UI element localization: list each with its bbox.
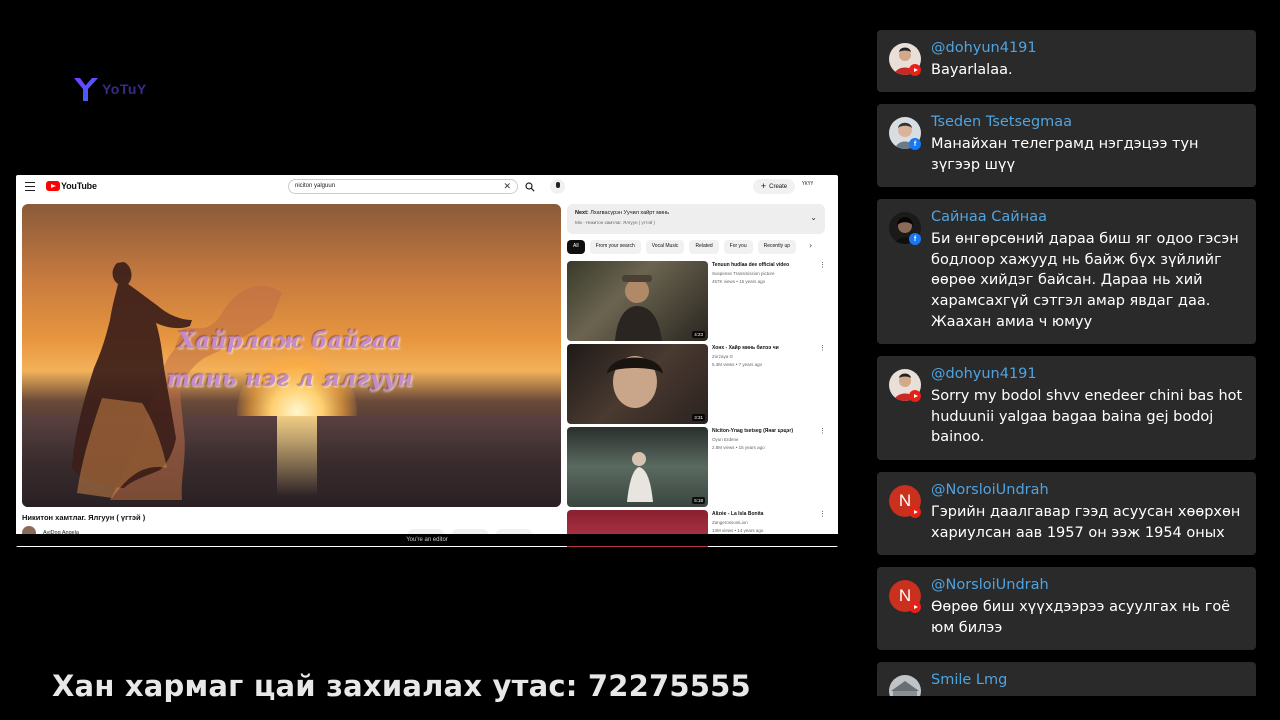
recommendation-item[interactable]: 3:31 Хонх - Хайр минь билээ чи Zorzaya G… bbox=[567, 344, 837, 424]
recommendation-title[interactable]: Tenuun hudlaa dee official video bbox=[712, 262, 822, 268]
next-in-mix-panel[interactable]: Next: Лхагвасүрэн Уучил хайрт минь Mix -… bbox=[567, 204, 825, 234]
comments-panel: @dohyun4191 Bayarlalaa. f Tseden Tsetseg… bbox=[877, 30, 1257, 696]
video-player[interactable]: Хайрлаж байгаа тань нэг л ялгуун bbox=[22, 204, 561, 507]
chip-for-you[interactable]: For you bbox=[723, 240, 753, 254]
video-title: Никитон хамтлаг. Ялгуун ( үгтэй ) bbox=[22, 513, 146, 522]
more-options-icon[interactable]: ⋮ bbox=[819, 510, 826, 518]
comment-author[interactable]: Сайнаа Сайнаа bbox=[931, 209, 1047, 225]
thumbnail-figure bbox=[607, 356, 663, 408]
comment-card: N @NorsloiUndrah Өөрөө биш хүүхдээрээ ас… bbox=[877, 567, 1256, 650]
chevron-down-icon[interactable]: ⌄ bbox=[810, 213, 817, 222]
next-label: Next: bbox=[575, 210, 589, 216]
recommendation-meta: 13M views • 14 years ago bbox=[712, 528, 764, 533]
filter-chips: All From your search Vocal Music Related… bbox=[567, 240, 837, 254]
video-thumbnail[interactable]: 3:31 bbox=[567, 344, 708, 424]
recommendation-item[interactable]: 5:18 Niciton-Ynag tsetseg (Янаг цэцэг) O… bbox=[567, 427, 837, 507]
chip-recently-uploaded[interactable]: Recently up bbox=[757, 240, 797, 254]
comment-card: N @NorsloiUndrah Гэрийн даалгавар гээд а… bbox=[877, 472, 1256, 555]
search-input[interactable]: niciton yalguun ✕ bbox=[288, 179, 518, 194]
facebook-icon: f bbox=[909, 233, 921, 245]
more-options-icon[interactable]: ⋮ bbox=[819, 427, 826, 435]
recommendation-channel[interactable]: Zorzaya G bbox=[712, 354, 733, 359]
recommendation-meta: 2.8M views • 15 years ago bbox=[712, 445, 765, 450]
channel-logo-text: YoTuY bbox=[102, 81, 147, 97]
thumbnail-figure bbox=[615, 275, 662, 341]
comment-text: Bayarlalaa. bbox=[931, 62, 1013, 78]
comment-text: Өөрөө биш хүүхдээрээ асуулгах нь гоё юм … bbox=[931, 599, 1231, 636]
close-icon[interactable]: ✕ bbox=[503, 181, 511, 192]
recommendation-channel[interactable]: Suspense Transmission picture bbox=[712, 271, 775, 276]
chip-from-your-search[interactable]: From your search bbox=[589, 240, 641, 254]
duration-badge: 5:18 bbox=[692, 497, 705, 504]
dancer-silhouette bbox=[72, 262, 282, 500]
duration-badge: 3:31 bbox=[692, 414, 705, 421]
video-glare bbox=[277, 416, 317, 496]
shared-screen: YouTube niciton yalguun ✕ + Create ҮКҮҮ … bbox=[16, 175, 838, 547]
youtube-logo[interactable]: YouTube bbox=[46, 181, 97, 191]
create-label: Create bbox=[769, 183, 788, 190]
chevron-right-icon[interactable]: › bbox=[809, 241, 812, 250]
video-thumbnail[interactable]: 5:18 bbox=[567, 427, 708, 507]
comment-text: Гэрийн даалгавар гээд асуусан хөөрхөн ха… bbox=[931, 504, 1241, 541]
lyric-line-1: Хайрлаж байгаа bbox=[178, 328, 402, 354]
lyric-line-2: тань нэг л ялгуун bbox=[167, 366, 414, 392]
next-title: Лхагвасүрэн Уучил хайрт минь bbox=[590, 210, 669, 216]
comment-author[interactable]: Smile Lmg bbox=[931, 672, 1007, 688]
avatar bbox=[889, 675, 921, 696]
video-thumbnail[interactable]: 4:23 bbox=[567, 261, 708, 341]
recommendation-meta: 457K views • 15 years ago bbox=[712, 279, 766, 284]
comment-text: Би өнгөрсөний дараа биш яг одоо гэсэн бо… bbox=[931, 231, 1239, 330]
youtube-icon bbox=[909, 64, 921, 76]
search-value: niciton yalguun bbox=[295, 183, 336, 189]
youtube-logo-text: YouTube bbox=[61, 181, 97, 191]
mix-text: Mix - Никитон хамтлаг. Ялгуун ( үгтэй ) bbox=[575, 220, 655, 225]
recommendation-title[interactable]: Niciton-Ynag tsetseg (Янаг цэцэг) bbox=[712, 428, 822, 434]
youtube-topbar: YouTube niciton yalguun ✕ + Create ҮКҮҮ bbox=[16, 175, 838, 199]
youtube-play-icon bbox=[46, 181, 60, 191]
comment-author[interactable]: @dohyun4191 bbox=[931, 40, 1037, 56]
create-button[interactable]: + Create bbox=[753, 179, 795, 194]
comment-author[interactable]: @dohyun4191 bbox=[931, 366, 1037, 382]
comment-author[interactable]: Tseden Tsetsegmaa bbox=[931, 114, 1072, 130]
chip-related[interactable]: Related bbox=[689, 240, 719, 254]
comment-card: @dohyun4191 Bayarlalaa. bbox=[877, 30, 1256, 92]
youtube-icon bbox=[909, 390, 921, 402]
more-options-icon[interactable]: ⋮ bbox=[819, 344, 826, 352]
youtube-icon bbox=[909, 601, 921, 613]
comment-card: @dohyun4191 Sorry my bodol shvv enedeer … bbox=[877, 356, 1256, 460]
recommendation-item[interactable]: 4:23 Tenuun hudlaa dee official video Su… bbox=[567, 261, 837, 341]
chip-all[interactable]: All bbox=[567, 240, 585, 254]
comment-card: f Smile Lmg bbox=[877, 662, 1256, 696]
recommendation-meta: 5.3M views • 7 years ago bbox=[712, 362, 763, 367]
comment-card: f Tseden Tsetsegmaa Манайхан телеграмд н… bbox=[877, 104, 1256, 187]
facebook-icon: f bbox=[909, 138, 921, 150]
recommendation-channel[interactable]: Oyun Erdene bbox=[712, 437, 739, 442]
recommendation-channel[interactable]: ZangerossoniLion bbox=[712, 520, 748, 525]
chip-vocal-music[interactable]: Vocal Music bbox=[645, 240, 685, 254]
promo-banner: Хан хармаг цай захиалах утас: 72275555 bbox=[52, 669, 751, 703]
comment-author[interactable]: @NorsloiUndrah bbox=[931, 577, 1049, 593]
youtube-icon bbox=[909, 506, 921, 518]
recommendation-title[interactable]: Хонх - Хайр минь билээ чи bbox=[712, 345, 822, 351]
y-logo-icon bbox=[74, 78, 98, 101]
plus-icon: + bbox=[760, 181, 767, 191]
comment-author[interactable]: @NorsloiUndrah bbox=[931, 482, 1049, 498]
search-button[interactable] bbox=[520, 179, 540, 194]
comment-text: Sorry my bodol shvv enedeer chini bas ho… bbox=[931, 388, 1243, 446]
mic-icon[interactable] bbox=[550, 179, 565, 194]
search-icon bbox=[525, 182, 535, 192]
next-title-line: Next: Лхагвасүрэн Уучил хайрт минь bbox=[575, 210, 669, 216]
account-avatar[interactable]: ҮКҮҮ bbox=[802, 181, 813, 187]
channel-logo: YoTuY bbox=[72, 74, 164, 104]
duration-badge: 4:23 bbox=[692, 331, 705, 338]
editor-notice: You're an editor bbox=[16, 534, 838, 546]
comment-card: f Сайнаа Сайнаа Би өнгөрсөний дараа биш … bbox=[877, 199, 1256, 344]
thumbnail-figure bbox=[627, 452, 653, 502]
hamburger-icon[interactable] bbox=[25, 182, 35, 191]
comment-text: Манайхан телеграмд нэгдэцээ тун зүгээр ш… bbox=[931, 136, 1199, 173]
more-options-icon[interactable]: ⋮ bbox=[819, 261, 826, 269]
recommendation-title[interactable]: Alizée - La Isla Bonita bbox=[712, 511, 822, 517]
